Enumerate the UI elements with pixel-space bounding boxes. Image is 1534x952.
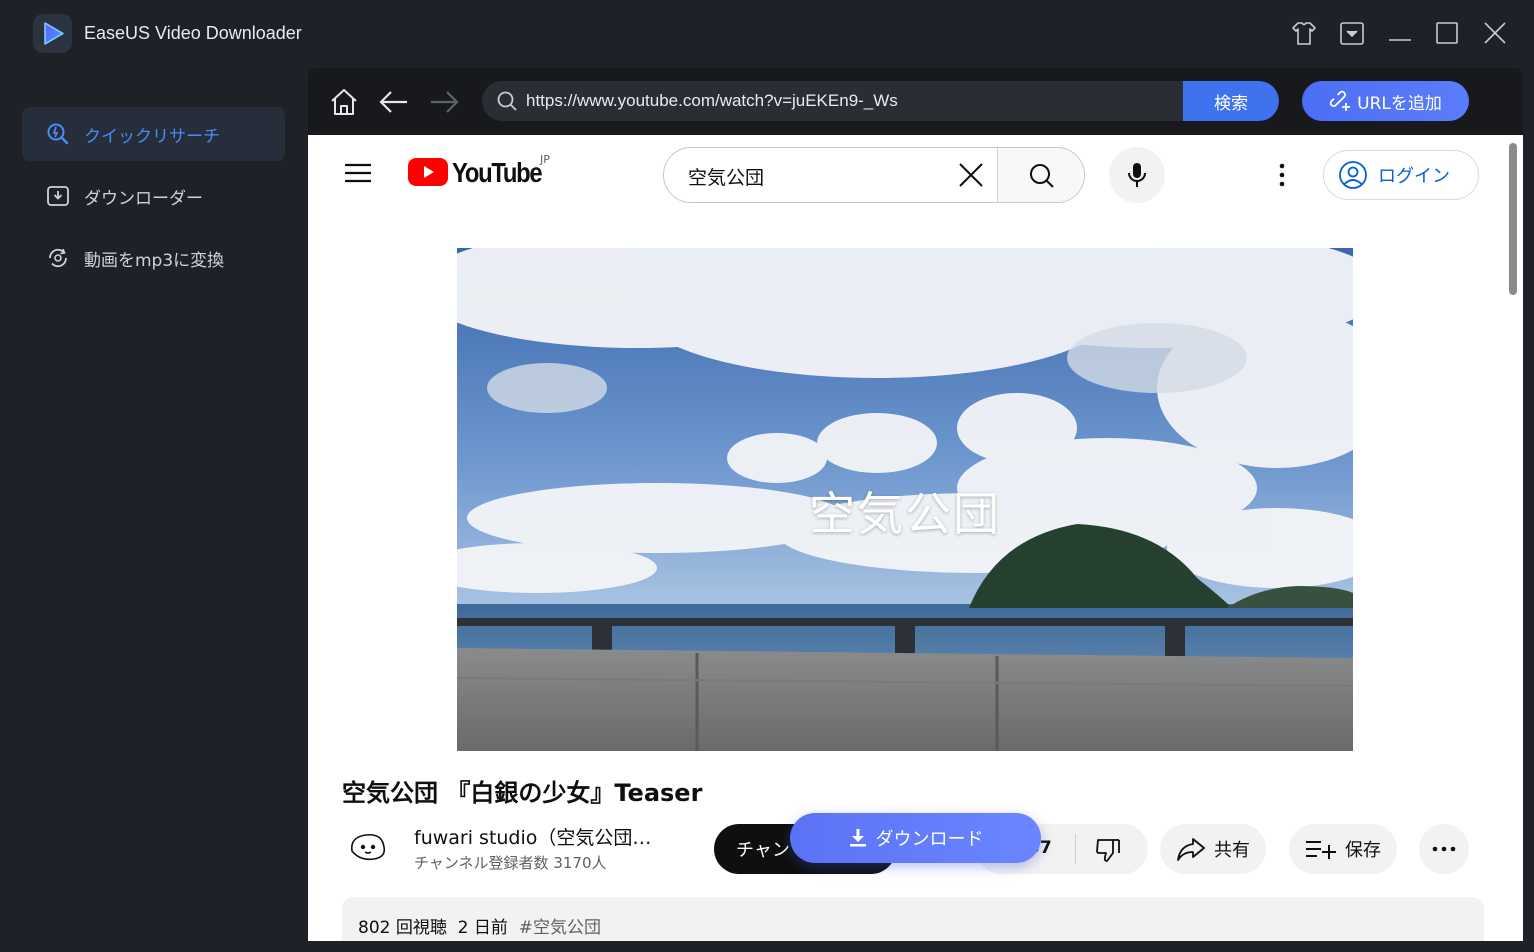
video-title: 空気公団 『白銀の少女』Teaser bbox=[342, 779, 703, 807]
video-caption: 空気公団 bbox=[809, 487, 1001, 541]
home-icon[interactable] bbox=[327, 85, 361, 119]
youtube-logo-text[interactable]: YouTube bbox=[452, 157, 543, 189]
app-logo-icon bbox=[33, 14, 72, 53]
youtube-search-button[interactable] bbox=[997, 148, 1084, 202]
microphone-icon[interactable] bbox=[1109, 147, 1165, 203]
share-button[interactable]: 共有 bbox=[1160, 824, 1266, 874]
title-bar: EaseUS Video Downloader bbox=[0, 0, 1534, 68]
channel-name[interactable]: fuwari studio（空気公団… bbox=[414, 823, 651, 850]
url-bar[interactable]: https://www.youtube.com/watch?v=juEKEn9-… bbox=[482, 81, 1279, 121]
youtube-logo-icon[interactable] bbox=[408, 158, 448, 186]
user-circle-icon bbox=[1339, 161, 1367, 189]
search-button[interactable]: 検索 bbox=[1183, 81, 1279, 121]
url-input[interactable]: https://www.youtube.com/watch?v=juEKEn9-… bbox=[526, 91, 898, 111]
skin-icon[interactable] bbox=[1289, 18, 1319, 48]
clear-icon[interactable] bbox=[956, 160, 986, 190]
minimize-icon[interactable] bbox=[1385, 18, 1415, 48]
quick-search-icon bbox=[46, 122, 70, 146]
sidebar: クイックリサーチ ダウンローダー 動画をmp3に変換 bbox=[0, 68, 308, 952]
more-vertical-icon[interactable] bbox=[1272, 161, 1292, 189]
upload-age: 2 日前 bbox=[457, 918, 508, 938]
dislike-icon[interactable] bbox=[1094, 836, 1122, 864]
login-label: ログイン bbox=[1378, 166, 1450, 187]
subscriber-count: チャンネル登録者数 3170人 bbox=[414, 854, 607, 872]
browser-toolbar: https://www.youtube.com/watch?v=juEKEn9-… bbox=[308, 68, 1523, 135]
downloader-icon bbox=[46, 184, 70, 208]
scrollbar-thumb[interactable] bbox=[1509, 143, 1517, 295]
hamburger-menu-icon[interactable] bbox=[344, 161, 372, 185]
playlist-add-icon bbox=[1306, 841, 1336, 859]
browser-panel: https://www.youtube.com/watch?v=juEKEn9-… bbox=[308, 68, 1523, 941]
maximize-icon[interactable] bbox=[1432, 18, 1462, 48]
sidebar-item-label: ダウンローダー bbox=[84, 188, 203, 209]
download-button[interactable]: ダウンロード bbox=[790, 813, 1041, 863]
sidebar-item-downloader[interactable]: ダウンローダー bbox=[22, 169, 285, 223]
description-box[interactable]: 802 回視聴 2 日前 #空気公団 bbox=[342, 897, 1484, 941]
close-icon[interactable] bbox=[1480, 18, 1510, 48]
download-manager-icon[interactable] bbox=[1337, 18, 1367, 48]
like-divider bbox=[1075, 834, 1076, 864]
youtube-search-box[interactable]: 空気公団 bbox=[663, 147, 1085, 203]
login-button[interactable]: ログイン bbox=[1323, 150, 1479, 200]
hashtag-link[interactable]: #空気公団 bbox=[519, 918, 601, 938]
web-content: YouTube JP 空気公団 ログイン 空気公団 空気公団 『白銀の少女』Te… bbox=[308, 135, 1523, 941]
add-url-label: URLを追加 bbox=[1357, 93, 1442, 114]
link-add-icon bbox=[1329, 90, 1351, 111]
sidebar-item-label: クイックリサーチ bbox=[84, 126, 220, 147]
sidebar-item-quick-search[interactable]: クイックリサーチ bbox=[22, 107, 285, 161]
share-icon bbox=[1177, 838, 1205, 861]
app-title: EaseUS Video Downloader bbox=[84, 23, 302, 43]
video-meta: 802 回視聴 2 日前 #空気公団 bbox=[358, 913, 601, 938]
search-icon bbox=[1030, 164, 1054, 188]
view-count: 802 回視聴 bbox=[358, 918, 447, 938]
back-arrow-icon[interactable] bbox=[377, 85, 411, 119]
save-button[interactable]: 保存 bbox=[1289, 824, 1397, 874]
save-label: 保存 bbox=[1345, 840, 1381, 861]
more-horizontal-icon[interactable] bbox=[1419, 824, 1469, 874]
add-url-button[interactable]: URLを追加 bbox=[1302, 81, 1469, 121]
video-player[interactable]: 空気公団 bbox=[457, 248, 1353, 751]
search-icon bbox=[496, 90, 518, 112]
subscribe-label: チャン bbox=[736, 840, 790, 861]
sidebar-item-label: 動画をmp3に変換 bbox=[84, 250, 225, 271]
sidebar-item-convert-mp3[interactable]: 動画をmp3に変換 bbox=[22, 231, 285, 285]
convert-icon bbox=[46, 246, 70, 270]
download-label: ダウンロード bbox=[875, 829, 984, 850]
share-label: 共有 bbox=[1214, 840, 1250, 861]
youtube-search-input[interactable]: 空気公団 bbox=[688, 163, 764, 190]
forward-arrow-icon[interactable] bbox=[427, 85, 461, 119]
download-icon bbox=[849, 829, 866, 847]
youtube-region: JP bbox=[540, 153, 550, 166]
channel-avatar[interactable] bbox=[346, 825, 390, 869]
